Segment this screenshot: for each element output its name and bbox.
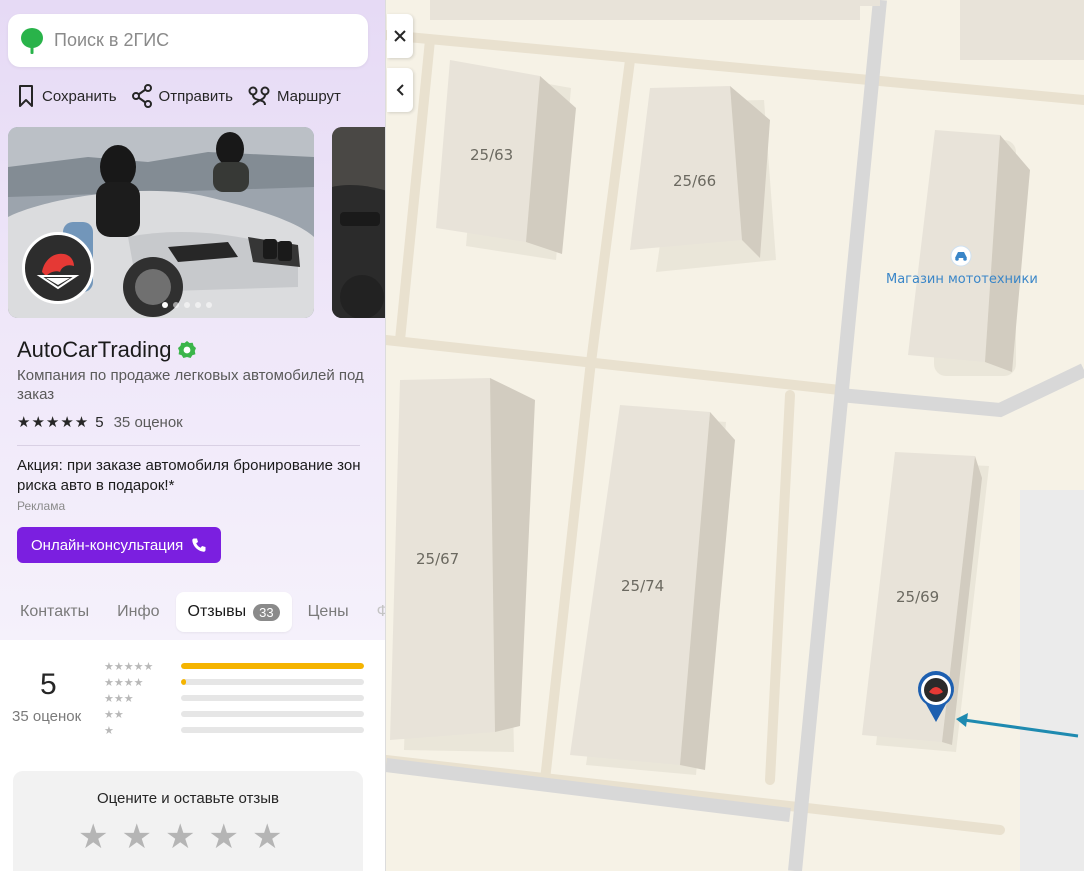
online-consultation-button[interactable]: Онлайн-консультация xyxy=(17,527,222,563)
firm-title-row: AutoCarTrading xyxy=(17,337,197,363)
histogram-bar xyxy=(181,663,364,669)
close-panel-button[interactable] xyxy=(387,14,413,58)
chevron-left-icon xyxy=(396,84,404,96)
rate-star-1[interactable]: ★ xyxy=(78,817,108,857)
tab-label: Ф xyxy=(377,603,385,621)
firm-avatar xyxy=(22,232,94,304)
firm-name: AutoCarTrading xyxy=(17,337,172,362)
phone-icon xyxy=(192,538,206,552)
gallery-dots xyxy=(162,302,212,308)
2gis-logo-icon xyxy=(20,27,44,55)
collapse-panel-button[interactable] xyxy=(387,68,413,112)
tab-reviews[interactable]: Отзывы 33 xyxy=(175,592,292,632)
rate-stars: ★ ★ ★ ★ ★ xyxy=(78,817,282,857)
tab-label: Контакты xyxy=(20,603,90,620)
histogram-stars: ★ xyxy=(104,724,114,737)
poi-marker-moto[interactable] xyxy=(950,245,972,267)
dragon-logo-icon xyxy=(36,253,80,290)
reviews-count-badge: 33 xyxy=(253,603,280,621)
search-bar[interactable] xyxy=(8,14,368,67)
close-icon xyxy=(394,30,406,42)
gallery-dot[interactable] xyxy=(206,302,212,308)
promo-text: Акция: при заказе автомобиля бронировани… xyxy=(17,457,361,494)
save-button[interactable]: Сохранить xyxy=(16,84,117,108)
histogram-row: ★★★★★ xyxy=(104,658,364,674)
rating-value: 5 xyxy=(95,413,104,431)
tab-photos[interactable]: Ф xyxy=(365,592,385,632)
tab-label: Инфо xyxy=(117,603,160,620)
route-label: Маршрут xyxy=(276,87,341,105)
histogram-bar xyxy=(181,711,364,717)
divider xyxy=(17,445,360,446)
bookmark-icon xyxy=(19,85,33,107)
reviews-summary: 5 35 оценок ★★★★★ ★★★★ ★★★ ★★ ★ Оцените … xyxy=(0,640,385,871)
rate-title: Оцените и оставьте отзыв xyxy=(96,790,280,807)
building-label: 25/74 xyxy=(621,577,664,595)
rating-count: 35 оценок xyxy=(113,413,183,431)
building-label: 25/69 xyxy=(896,588,939,606)
tab-info[interactable]: Инфо xyxy=(105,592,171,632)
gallery-dot[interactable] xyxy=(173,302,179,308)
histogram-bar xyxy=(181,695,364,701)
verified-badge-icon xyxy=(178,341,197,358)
ad-label: Реклама xyxy=(17,499,66,513)
share-label: Отправить xyxy=(158,87,233,105)
histogram-stars: ★★★★★ xyxy=(104,660,154,673)
average-score: 5 xyxy=(40,668,57,701)
car-photo xyxy=(332,127,385,318)
histogram-stars: ★★★★ xyxy=(104,676,144,689)
histogram-row: ★★★★ xyxy=(104,674,364,690)
histogram-bar xyxy=(181,727,364,733)
route-button[interactable]: Маршрут xyxy=(247,84,341,108)
rate-star-5[interactable]: ★ xyxy=(252,817,282,857)
share-icon xyxy=(131,84,152,108)
histogram-bar xyxy=(181,679,364,685)
firm-category: Компания по продаже легковых автомобилей… xyxy=(17,367,364,403)
route-icon xyxy=(248,86,270,106)
tab-prices[interactable]: Цены xyxy=(296,592,361,632)
rating-histogram: ★★★★★ ★★★★ ★★★ ★★ ★ xyxy=(104,658,364,738)
rate-star-2[interactable]: ★ xyxy=(121,817,151,857)
poi-label[interactable]: Магазин мототехники xyxy=(886,272,1038,287)
building-label: 25/63 xyxy=(470,146,513,164)
tab-bar: Контакты Инфо Отзывы 33 Цены Ф xyxy=(0,592,385,632)
gallery-dot[interactable] xyxy=(195,302,201,308)
gallery-photo-next[interactable] xyxy=(332,127,385,318)
histogram-stars: ★★★ xyxy=(104,692,134,705)
share-button[interactable]: Отправить xyxy=(131,84,233,108)
firm-rating[interactable]: ★★★★★ 5 35 оценок xyxy=(17,413,183,432)
tab-contacts[interactable]: Контакты xyxy=(8,592,101,632)
histogram-fill xyxy=(181,663,364,669)
rating-stars: ★★★★★ xyxy=(17,414,90,431)
gallery-dot[interactable] xyxy=(184,302,190,308)
firm-panel: Сохранить Отправить Маршрут xyxy=(0,0,386,871)
gallery-photo-main[interactable] xyxy=(8,127,314,318)
photo-gallery[interactable] xyxy=(8,127,385,318)
cta-label: Онлайн-консультация xyxy=(31,536,184,554)
histogram-row: ★★ xyxy=(104,706,364,722)
building-label: 25/66 xyxy=(673,172,716,190)
histogram-row: ★★★ xyxy=(104,690,364,706)
histogram-stars: ★★ xyxy=(104,708,124,721)
histogram-row: ★ xyxy=(104,722,364,738)
tab-label: Цены xyxy=(307,603,349,620)
score-count: 35 оценок xyxy=(12,708,82,725)
action-bar: Сохранить Отправить Маршрут xyxy=(16,84,341,108)
gallery-dot[interactable] xyxy=(162,302,168,308)
tab-label: Отзывы xyxy=(187,603,247,620)
rate-star-3[interactable]: ★ xyxy=(165,817,195,857)
histogram-fill xyxy=(181,679,187,685)
save-label: Сохранить xyxy=(42,87,117,105)
building-label: 25/67 xyxy=(416,550,459,568)
rate-star-4[interactable]: ★ xyxy=(208,817,238,857)
search-input[interactable] xyxy=(54,30,334,51)
rate-card: Оцените и оставьте отзыв ★ ★ ★ ★ ★ xyxy=(13,771,363,871)
